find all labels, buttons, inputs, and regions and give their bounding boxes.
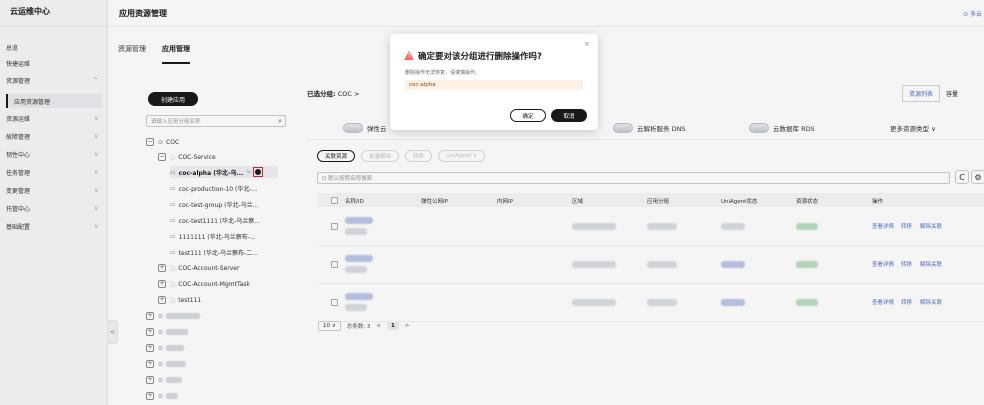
confirm-button[interactable]: 确定 — [510, 109, 546, 122]
delete-confirm-dialog: × ! 确定要对该分组进行删除操作吗? 删除操作无法恢复，请谨慎操作。 coc-… — [390, 34, 598, 130]
group-name-display: coc-alpha — [405, 80, 583, 90]
warning-mark: ! — [408, 53, 411, 59]
dialog-title: 确定要对该分组进行删除操作吗? — [418, 52, 542, 62]
dialog-description: 删除操作无法恢复，请谨慎操作。 — [405, 70, 481, 76]
close-icon[interactable]: × — [584, 40, 590, 48]
cancel-button[interactable]: 取消 — [551, 109, 587, 122]
